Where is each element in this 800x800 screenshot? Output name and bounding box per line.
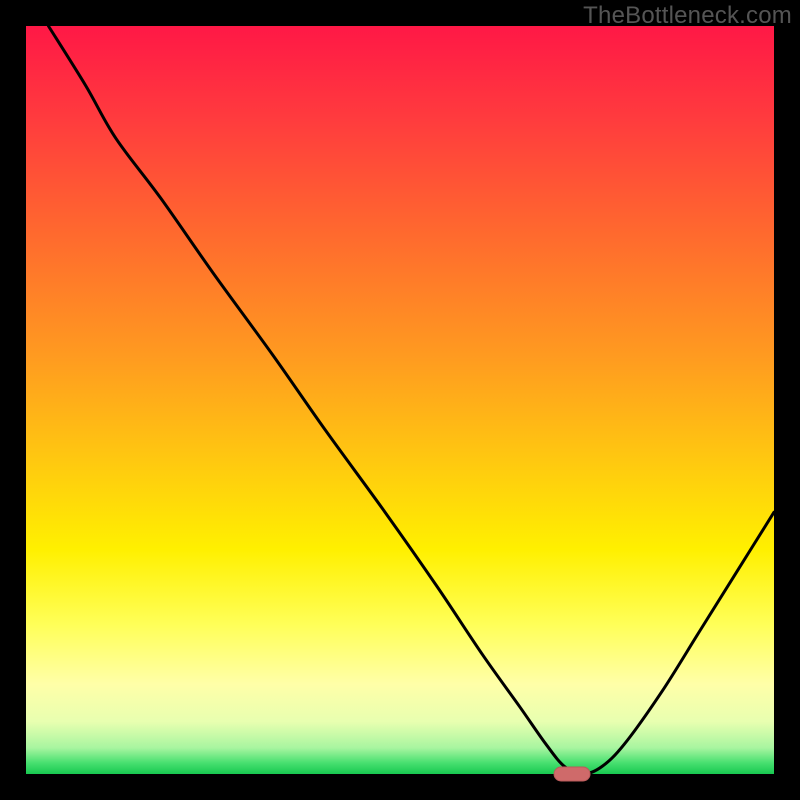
- chart-container: TheBottleneck.com: [0, 0, 800, 800]
- watermark-text: TheBottleneck.com: [583, 2, 792, 30]
- optimum-marker: [554, 767, 590, 781]
- chart-background: [26, 26, 774, 774]
- bottleneck-chart: [0, 0, 800, 800]
